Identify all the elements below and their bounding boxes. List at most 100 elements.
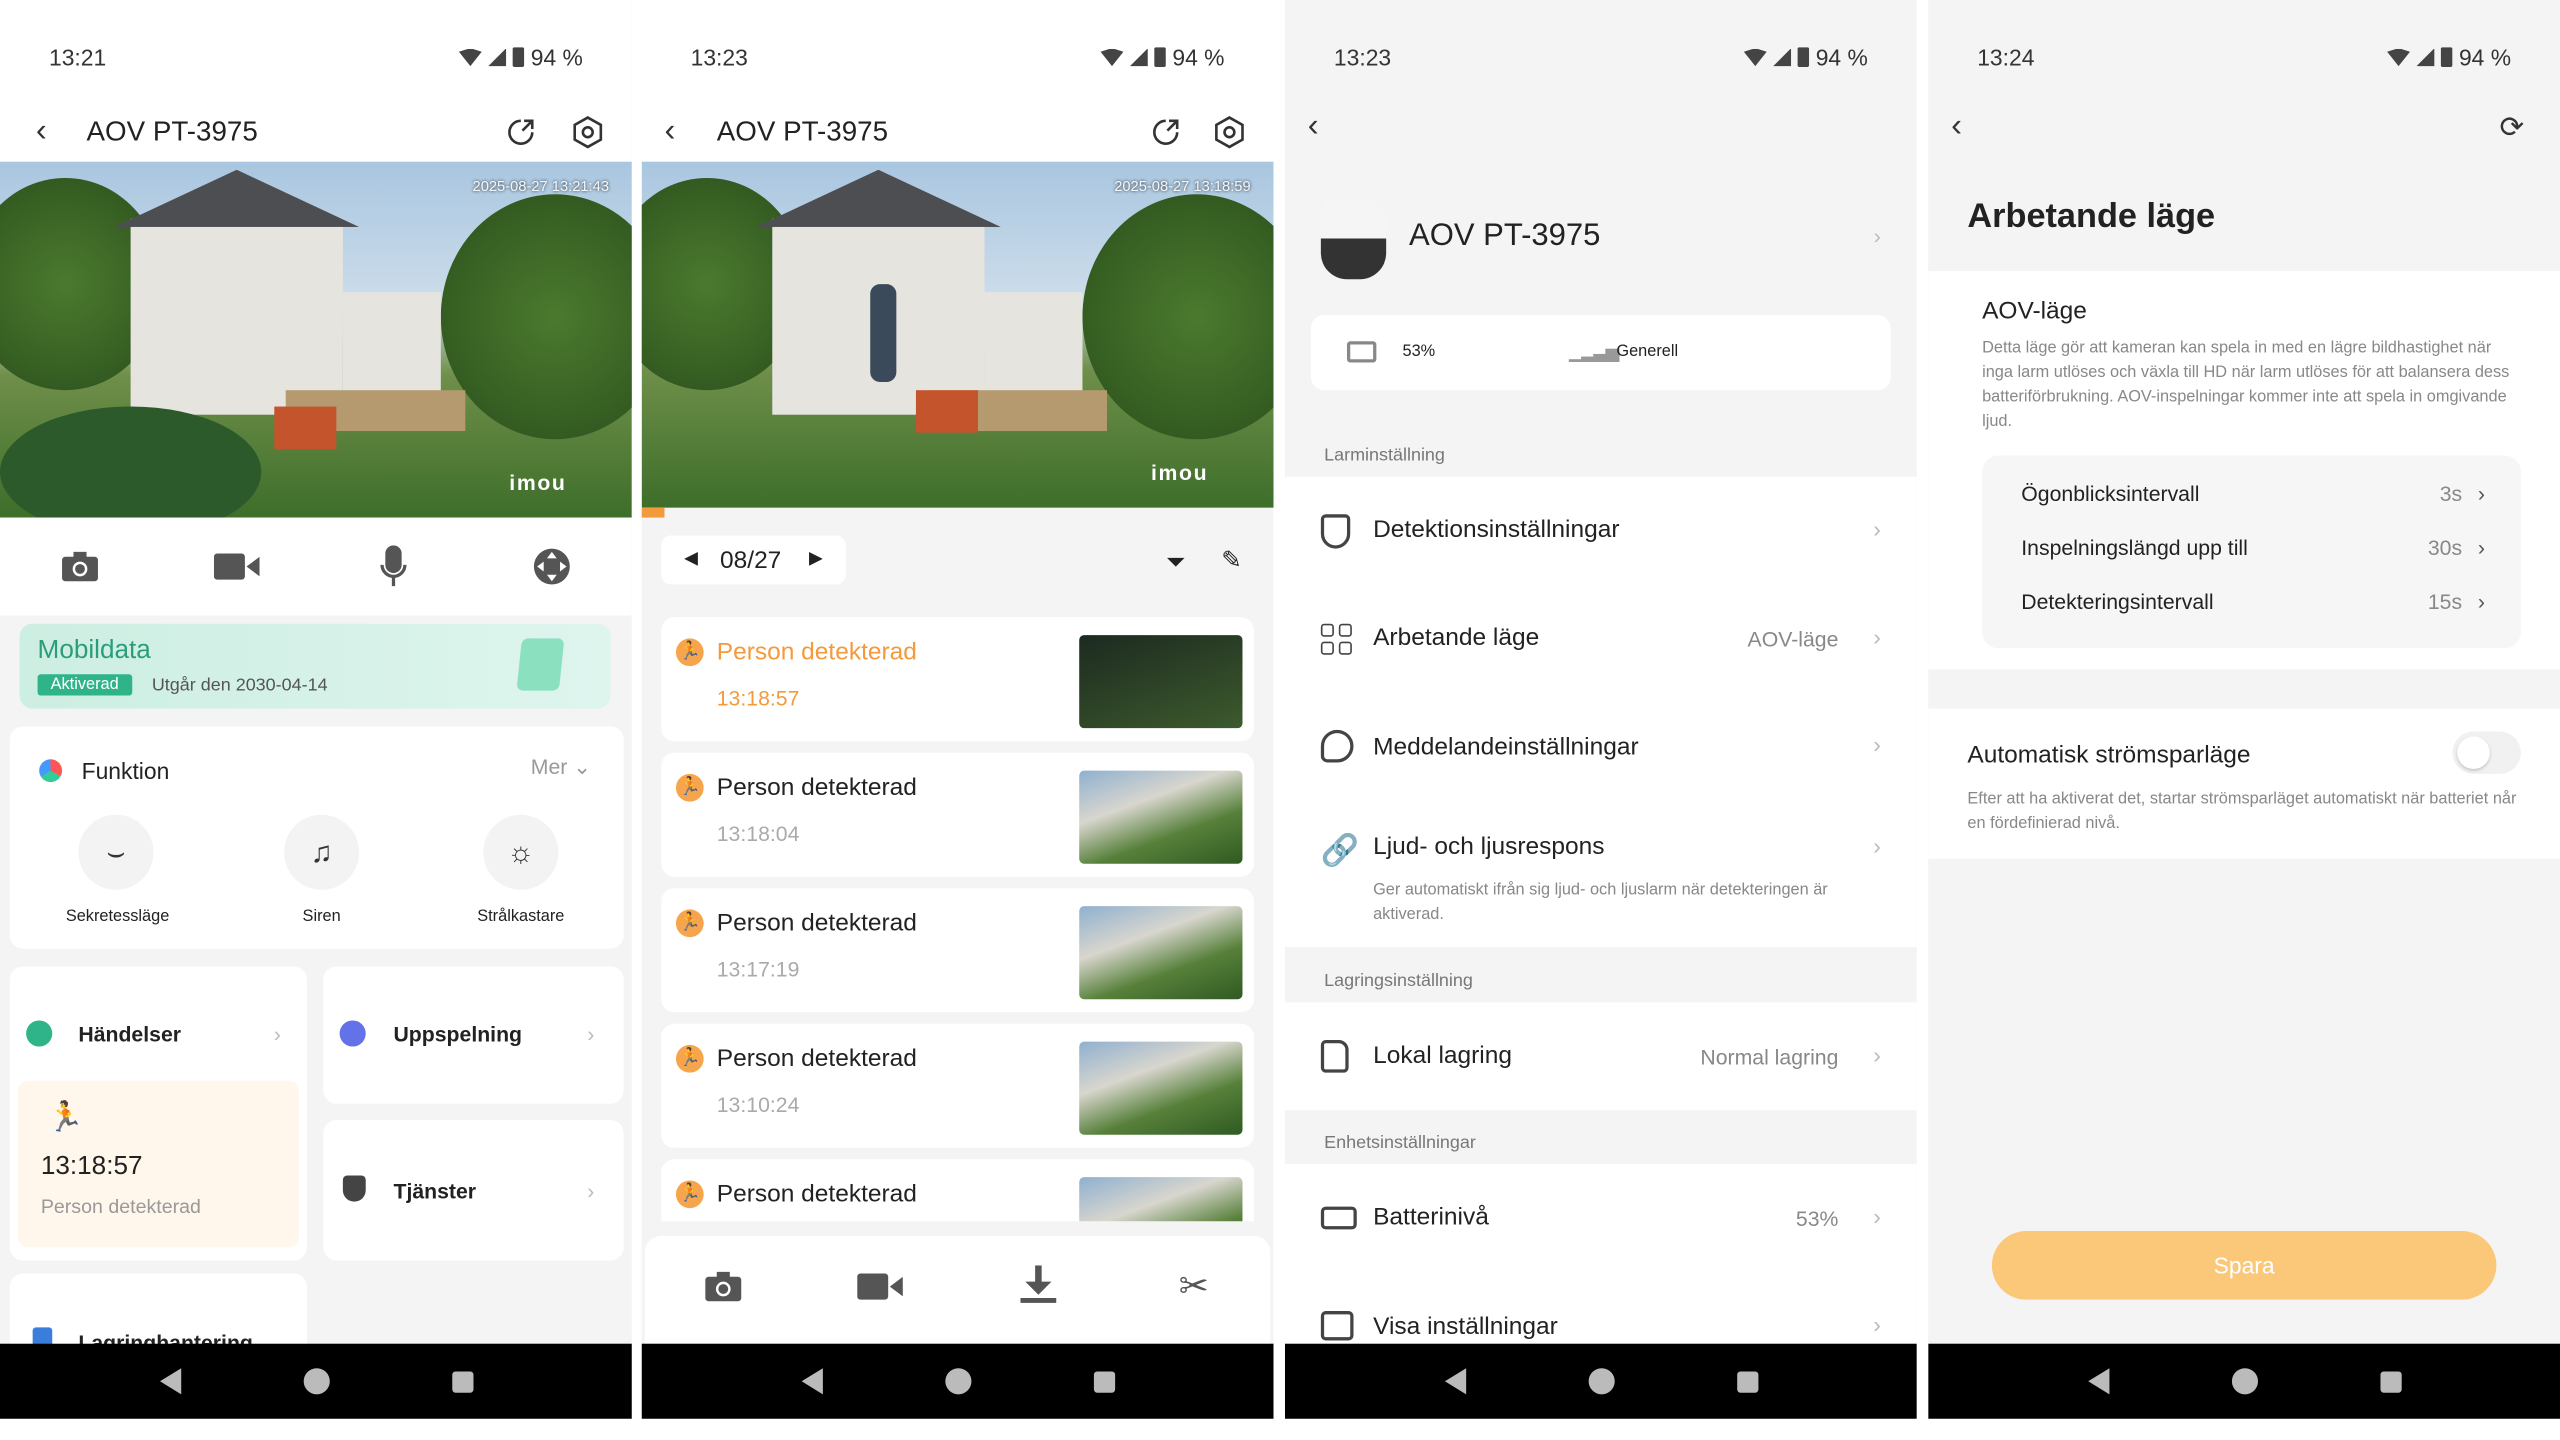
detection-interval-row[interactable]: Detekteringsintervall 15s › — [1982, 589, 2521, 625]
refresh-icon[interactable]: ⟳ — [2500, 111, 2525, 145]
spotlight-label: Strålkastare — [477, 907, 565, 926]
shield-icon — [342, 1175, 366, 1202]
nav-back-icon[interactable] — [800, 1368, 823, 1395]
image-settings-icon — [1320, 1311, 1354, 1341]
settings-icon[interactable] — [571, 115, 604, 148]
latest-event[interactable]: 🏃 13:18:57 Person detekterad — [17, 1080, 299, 1248]
nav-recents-icon[interactable] — [451, 1370, 473, 1392]
record-icon[interactable] — [213, 552, 260, 590]
nav-back-icon[interactable] — [159, 1368, 181, 1395]
section-device: Enhetsinställningar — [1324, 1133, 1476, 1153]
auto-power-title: Automatisk strömsparläge — [1967, 741, 2251, 770]
screen-working-mode: 13:24 94 % ‹ ⟳ Arbetande läge AOV-läge D… — [1928, 0, 2560, 1419]
back-icon[interactable]: ‹ — [1951, 108, 1962, 146]
aov-description: Detta läge gör att kameran kan spela in … — [1982, 339, 2510, 432]
camera-feed[interactable]: 2025-08-27 13:21:43 imou — [0, 161, 632, 518]
events-icon — [26, 1020, 53, 1047]
detection-settings-row[interactable]: Detektionsinställningar › — [1284, 476, 1917, 585]
camera-timestamp: 2025-08-27 13:21:43 — [472, 177, 609, 195]
date-picker[interactable]: ◀ 08/27 ▶ — [661, 535, 846, 585]
nav-home-icon[interactable] — [944, 1368, 971, 1395]
snapshot-interval-row[interactable]: Ögonblicksintervall 3s › — [1982, 482, 2521, 518]
nav-recents-icon[interactable] — [2379, 1370, 2401, 1392]
chevron-right-icon: › — [587, 1022, 595, 1047]
event-thumbnail — [1079, 770, 1243, 864]
edit-icon[interactable]: ✎ — [1221, 545, 1242, 575]
prev-day-icon[interactable]: ◀ — [684, 547, 698, 569]
event-item[interactable]: 🏃 Person detekterad 13:10:24 — [661, 1023, 1254, 1148]
event-thumbnail — [1079, 1177, 1243, 1222]
local-storage-row[interactable]: Lokal lagring Normal lagring › — [1284, 1002, 1917, 1111]
back-icon[interactable]: ‹ — [665, 113, 676, 151]
recording-length-row[interactable]: Inspelningslängd upp till 30s › — [1982, 536, 2521, 572]
download-icon[interactable] — [1020, 1265, 1057, 1312]
recording-length-label: Inspelningslängd upp till — [2021, 535, 2248, 561]
share-icon[interactable] — [505, 115, 538, 148]
record-icon[interactable] — [857, 1272, 903, 1310]
playback-card[interactable]: Uppspelning › — [323, 966, 624, 1104]
events-card[interactable]: Händelser › 🏃 13:18:57 Person detekterad — [9, 966, 307, 1261]
ptz-icon[interactable] — [532, 547, 571, 594]
battery-icon — [1154, 47, 1166, 67]
event-item[interactable]: 🏃 Person detekterad 13:18:04 — [661, 752, 1254, 877]
sound-light-row[interactable]: 🔗 Ljud- och ljusrespons › Ger automatisk… — [1284, 800, 1917, 947]
more-link[interactable]: Mer ⌄ — [531, 754, 591, 780]
event-label: Person detekterad — [716, 1180, 917, 1209]
snapshot-icon[interactable] — [60, 550, 99, 591]
nav-recents-icon[interactable] — [1093, 1370, 1115, 1392]
chevron-right-icon: › — [1873, 223, 1881, 249]
section-storage: Lagringsinställning — [1324, 971, 1473, 992]
snapshot-interval-label: Ögonblicksintervall — [2021, 481, 2200, 507]
chevron-right-icon: › — [1873, 1203, 1881, 1230]
person-icon: 🏃 — [675, 909, 704, 938]
working-mode-label: Arbetande läge — [1373, 623, 1540, 652]
playback-video[interactable]: 2025-08-27 13:18:59 imou — [641, 161, 1274, 508]
battery-level-row[interactable]: Batterinivå 53% › — [1284, 1164, 1917, 1272]
filter-icon[interactable]: ⏷ — [1166, 549, 1186, 577]
snapshot-icon[interactable] — [704, 1270, 743, 1311]
services-card[interactable]: Tjänster › — [323, 1120, 624, 1261]
event-label: Person detekterad — [716, 773, 917, 802]
back-icon[interactable]: ‹ — [1308, 108, 1319, 146]
mobiledata-card[interactable]: Mobildata Aktiverad Utgår den 2030-04-14 — [19, 623, 611, 709]
nav-home-icon[interactable] — [1587, 1368, 1614, 1395]
battery-icon — [2441, 47, 2453, 67]
back-icon[interactable]: ‹ — [36, 113, 47, 151]
working-mode-row[interactable]: Arbetande läge AOV-läge › — [1284, 584, 1917, 693]
nav-back-icon[interactable] — [2087, 1368, 2109, 1395]
save-button[interactable]: Spara — [1991, 1231, 2497, 1300]
nav-home-icon[interactable] — [302, 1368, 329, 1395]
auto-power-toggle[interactable] — [2452, 731, 2521, 774]
nav-recents-icon[interactable] — [1736, 1370, 1758, 1392]
settings-icon[interactable] — [1213, 115, 1246, 148]
event-item[interactable]: 🏃 Person detekterad 13:18:57 — [661, 617, 1254, 742]
event-item[interactable]: 🏃 Person detekterad — [661, 1159, 1254, 1222]
nav-home-icon[interactable] — [2231, 1368, 2258, 1395]
battery-text: 94 % — [1172, 44, 1225, 71]
siren-icon[interactable]: ♫ — [284, 814, 360, 890]
spotlight-icon[interactable]: ☼ — [483, 814, 559, 890]
next-day-icon[interactable]: ▶ — [809, 547, 823, 569]
microphone-icon[interactable] — [380, 545, 407, 596]
signal-strength-icon: ▁▂▃▅ — [1569, 342, 1619, 363]
battery-text: 94 % — [2458, 44, 2512, 71]
signal-icon — [488, 48, 507, 67]
scissors-icon[interactable]: ✂ — [1179, 1265, 1209, 1307]
signal-icon — [1773, 48, 1792, 67]
recording-length-value: 30s — [2427, 535, 2463, 561]
event-label: Person detekterad — [716, 909, 917, 938]
nav-back-icon[interactable] — [1444, 1368, 1466, 1395]
person-icon: 🏃 — [675, 1044, 704, 1073]
event-item[interactable]: 🏃 Person detekterad 13:17:19 — [661, 888, 1254, 1013]
date-label: 08/27 — [720, 546, 782, 575]
share-icon[interactable] — [1149, 115, 1182, 148]
wifi-icon — [458, 48, 482, 67]
battery-icon — [1797, 47, 1810, 67]
progress-bar[interactable] — [641, 507, 665, 518]
privacy-mode-icon[interactable]: ⌣ — [78, 814, 154, 890]
notification-settings-row[interactable]: Meddelandeinställningar › — [1284, 692, 1917, 801]
person-icon: 🏃 — [675, 773, 704, 802]
sound-light-label: Ljud- och ljusrespons — [1373, 832, 1605, 861]
device-name: AOV PT-3975 — [1409, 218, 1601, 254]
battery-icon — [512, 47, 525, 67]
